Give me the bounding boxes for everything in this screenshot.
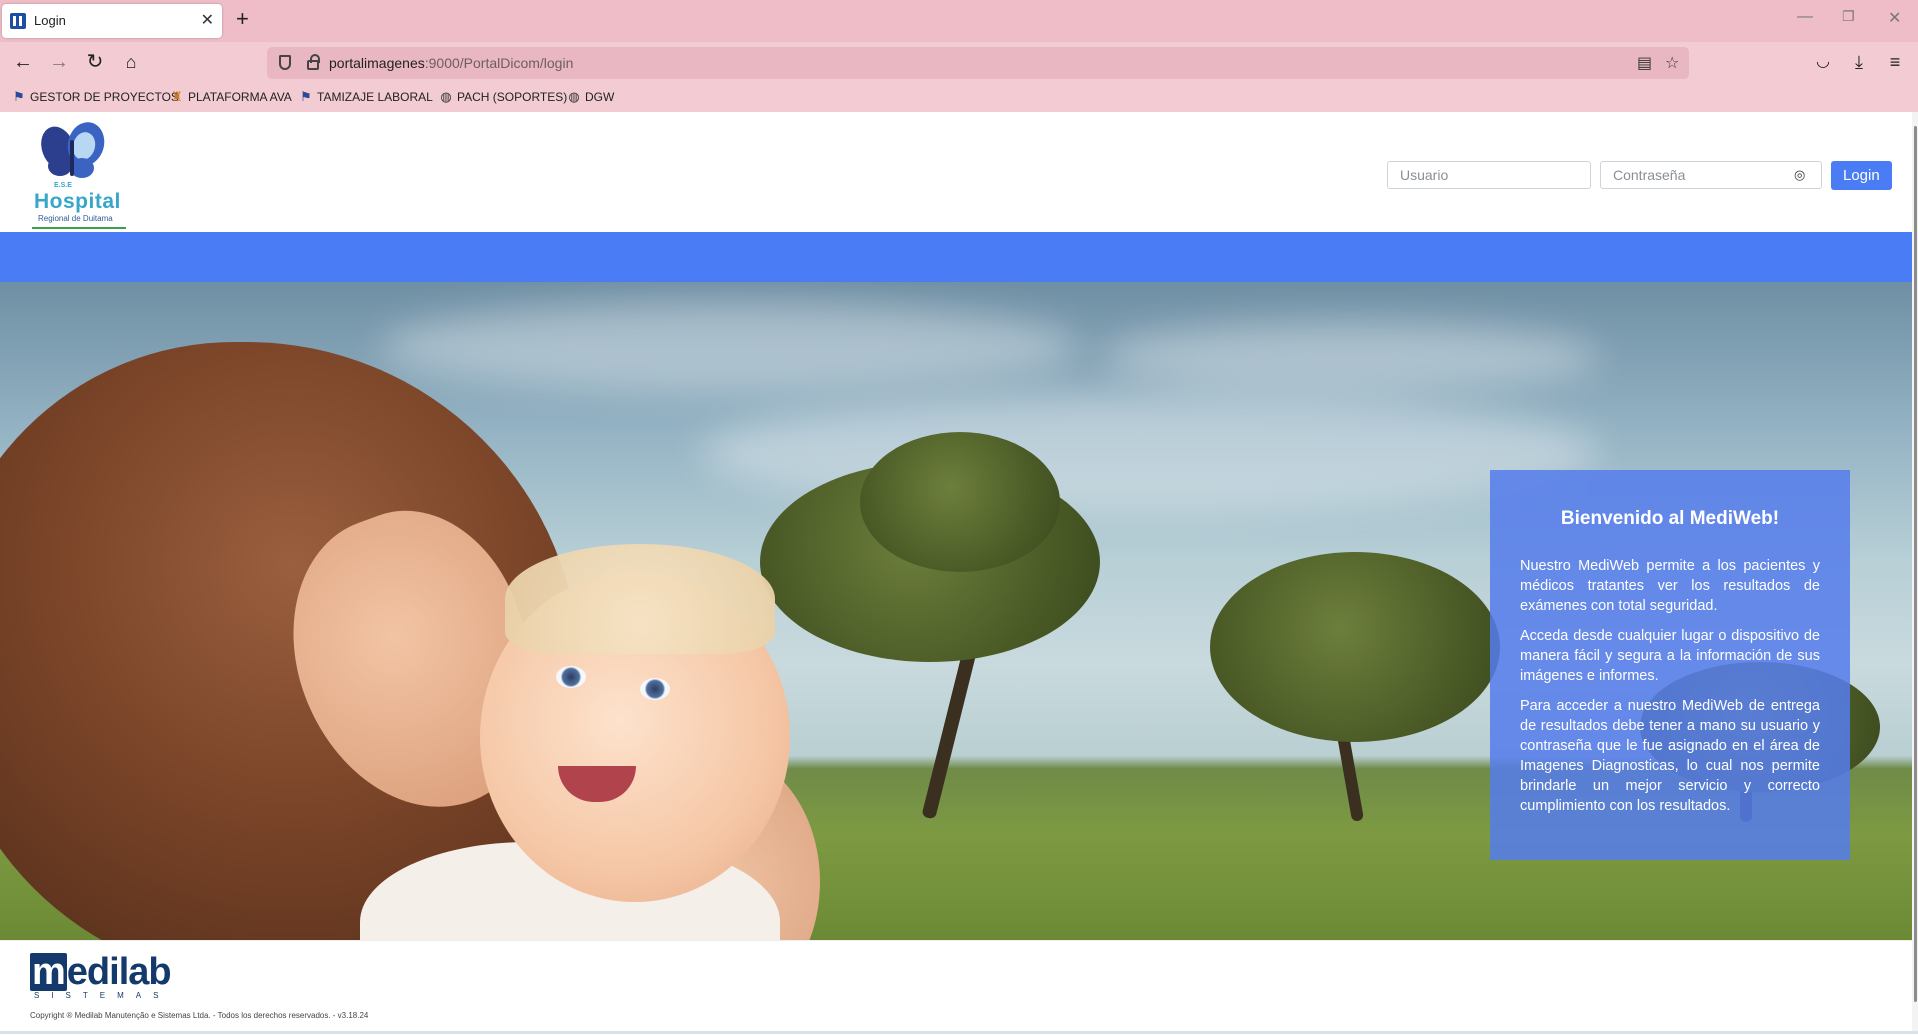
- scrollbar-thumb[interactable]: [1914, 126, 1917, 1002]
- medilab-logo-rest: edilab: [66, 951, 172, 993]
- close-window-icon[interactable]: ✕: [1888, 8, 1901, 28]
- download-icon[interactable]: ⤓: [1846, 50, 1872, 74]
- reader-view-icon[interactable]: ▤: [1637, 53, 1652, 73]
- browser-tab[interactable]: Login ✕: [2, 4, 222, 38]
- copyright-text: Copyright ® Medilab Manutenção e Sistema…: [30, 1011, 369, 1020]
- flag-icon: ⚑: [300, 89, 312, 104]
- welcome-panel: Bienvenido al MediWeb! Nuestro MediWeb p…: [1490, 470, 1850, 860]
- globe-icon: ◍: [440, 89, 452, 104]
- logo-title: Hospital: [34, 190, 121, 213]
- new-tab-icon[interactable]: +: [236, 6, 249, 32]
- logo-subtitle: Regional de Duitama: [38, 214, 113, 223]
- url-path: :9000/PortalDicom/login: [424, 55, 574, 71]
- welcome-paragraph-1: Nuestro MediWeb permite a los pacientes …: [1520, 558, 1820, 614]
- close-tab-icon[interactable]: ✕: [201, 10, 214, 30]
- login-button[interactable]: Login: [1831, 161, 1892, 190]
- bookmarks-bar: ⚑ GESTOR DE PROYECTOS ♜ PLATAFORMA AVA ⚑…: [0, 84, 1918, 112]
- logo-ese-text: E.S.E: [54, 182, 72, 189]
- tab-title: Login: [34, 13, 66, 28]
- logo-underline: [32, 227, 126, 229]
- back-icon[interactable]: ←: [10, 50, 36, 74]
- school-icon: ♜: [171, 89, 183, 104]
- browser-nav-bar: ← → ↻ ⌂ portalimagenes:9000/PortalDicom/…: [0, 42, 1918, 84]
- bookmark-star-icon[interactable]: ☆: [1665, 53, 1679, 73]
- footer: medilab SISTEMAS Copyright ® Medilab Man…: [0, 940, 1912, 1035]
- bookmark-ava[interactable]: ♜ PLATAFORMA AVA: [170, 89, 292, 105]
- menu-icon[interactable]: ≡: [1882, 50, 1908, 74]
- bookmark-gestor[interactable]: ⚑ GESTOR DE PROYECTOS: [12, 89, 179, 105]
- butterfly-icon: [41, 122, 105, 178]
- restore-icon[interactable]: ❐: [1842, 8, 1855, 25]
- accent-band: [0, 232, 1912, 282]
- url-text[interactable]: portalimagenes:9000/PortalDicom/login: [329, 55, 573, 71]
- url-host: portalimagenes: [329, 55, 425, 71]
- bookmark-label: TAMIZAJE LABORAL: [317, 90, 433, 104]
- minimize-icon[interactable]: —: [1797, 8, 1813, 26]
- hero-image: Bienvenido al MediWeb! Nuestro MediWeb p…: [0, 282, 1912, 940]
- bookmark-label: PACH (SOPORTES): [457, 90, 568, 104]
- forward-icon[interactable]: →: [46, 50, 72, 74]
- eye-slash-icon[interactable]: ◎: [1794, 167, 1805, 183]
- bookmark-dgw[interactable]: ◍ DGW: [567, 89, 615, 105]
- globe-icon: ◍: [568, 89, 580, 104]
- lock-icon[interactable]: [307, 54, 320, 70]
- bookmark-label: DGW: [585, 90, 615, 104]
- password-input[interactable]: [1600, 161, 1822, 189]
- bookmark-pach[interactable]: ◍ PACH (SOPORTES): [439, 89, 568, 105]
- bookmark-label: PLATAFORMA AVA: [188, 90, 292, 104]
- reload-icon[interactable]: ↻: [82, 50, 108, 74]
- page-scrollbar[interactable]: [1912, 112, 1918, 1034]
- site-favicon-icon: [10, 13, 26, 29]
- page-content: E.S.E Hospital Regional de Duitama ◎ Log…: [0, 112, 1912, 1035]
- browser-tab-bar: Login ✕ + — ❐ ✕: [0, 0, 1918, 42]
- medilab-logo-subtitle: SISTEMAS: [34, 991, 171, 1000]
- medilab-logo-m: m: [30, 951, 67, 993]
- address-bar[interactable]: portalimagenes:9000/PortalDicom/login ▤ …: [267, 47, 1689, 79]
- bookmark-label: GESTOR DE PROYECTOS: [30, 90, 179, 104]
- hospital-logo[interactable]: E.S.E Hospital Regional de Duitama: [32, 122, 132, 232]
- username-input[interactable]: [1387, 161, 1591, 189]
- pocket-icon[interactable]: ◡: [1810, 50, 1836, 74]
- medilab-logo: medilab SISTEMAS: [30, 951, 172, 1000]
- shield-icon[interactable]: [279, 55, 291, 70]
- welcome-title: Bienvenido al MediWeb!: [1560, 508, 1780, 529]
- welcome-paragraph-3: Para acceder a nuestro MediWeb de entreg…: [1520, 698, 1820, 814]
- bookmark-tamizaje[interactable]: ⚑ TAMIZAJE LABORAL: [299, 89, 433, 105]
- welcome-paragraph-2: Acceda desde cualquier lugar o dispositi…: [1520, 628, 1820, 684]
- flag-icon: ⚑: [13, 89, 25, 104]
- home-icon[interactable]: ⌂: [118, 50, 144, 74]
